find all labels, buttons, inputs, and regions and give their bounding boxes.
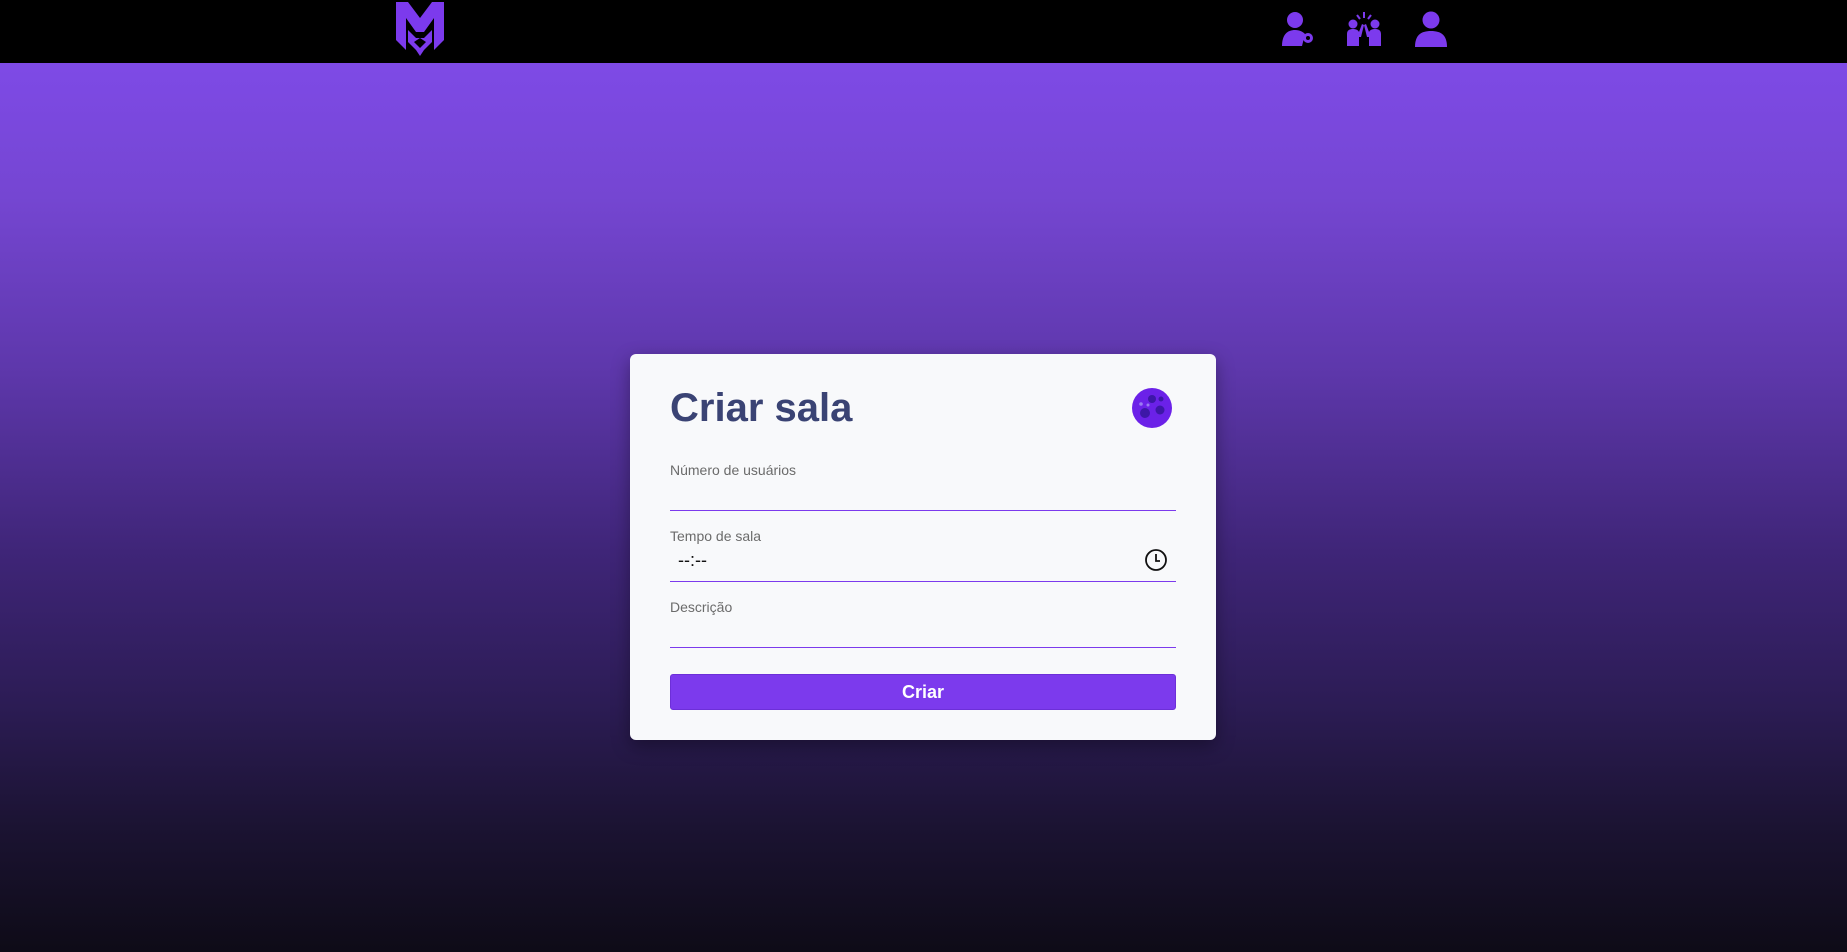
description-label: Descrição	[670, 599, 733, 615]
page-title: Criar sala	[670, 386, 853, 430]
create-button[interactable]: Criar	[670, 674, 1176, 710]
top-navbar	[0, 0, 1847, 63]
users-field: Número de usuários	[670, 462, 1176, 511]
users-input[interactable]	[670, 484, 1176, 511]
user-key-icon[interactable]	[1280, 10, 1316, 48]
users-label: Número de usuários	[670, 462, 797, 478]
time-field: Tempo de sala --:--	[670, 528, 1176, 584]
time-label: Tempo de sala	[670, 528, 762, 544]
description-field: Descrição	[670, 599, 1176, 651]
group-highfive-icon[interactable]	[1346, 10, 1382, 48]
time-value: --:--	[678, 550, 707, 570]
time-input[interactable]: --:--	[670, 546, 1176, 582]
create-room-card: Criar sala Número de usuários Tempo de s…	[630, 354, 1216, 740]
moon-icon[interactable]	[1131, 387, 1173, 429]
mx-logo-icon[interactable]	[394, 0, 446, 58]
description-input[interactable]	[670, 621, 1176, 648]
clock-icon[interactable]	[1144, 548, 1168, 572]
user-profile-icon[interactable]	[1413, 10, 1449, 48]
